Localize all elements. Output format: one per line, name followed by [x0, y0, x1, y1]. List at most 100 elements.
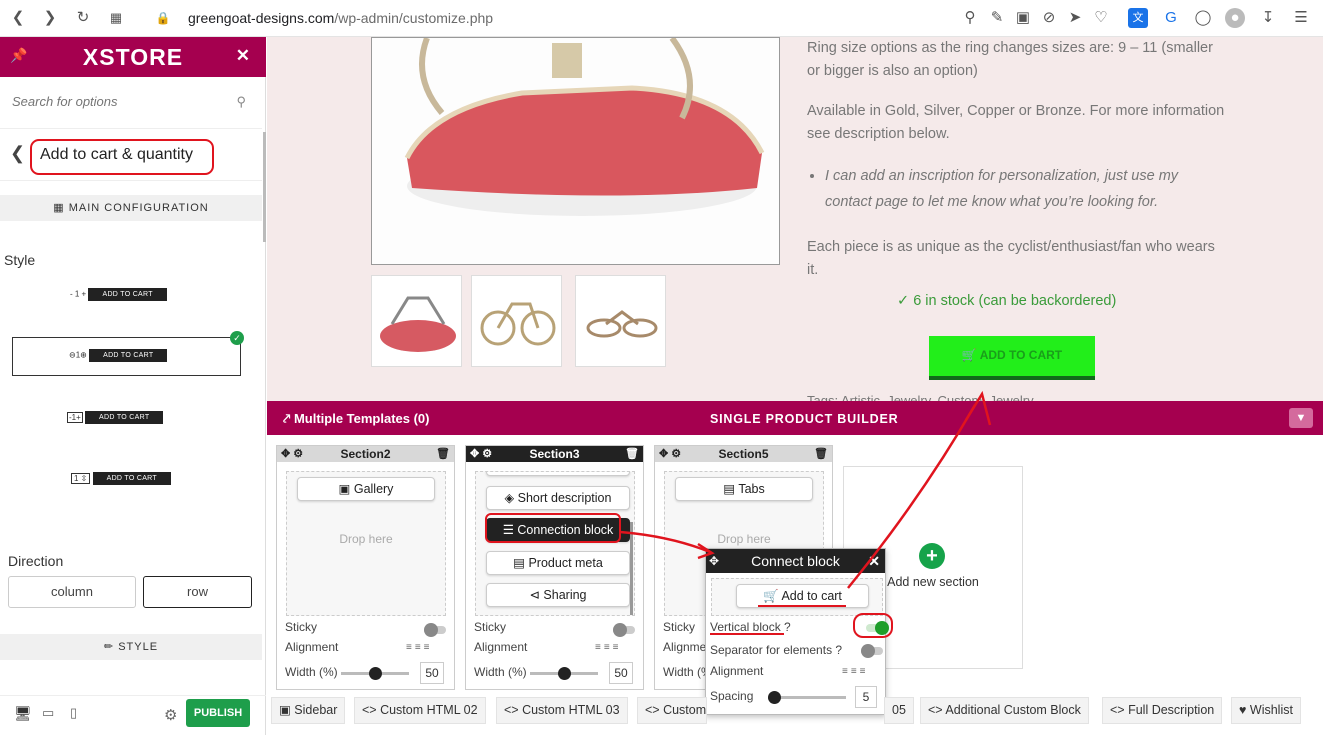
- style-section-label: STYLE: [118, 641, 159, 653]
- qty-preview: - 1 +: [70, 289, 87, 299]
- main-config-bar[interactable]: ▦ MAIN CONFIGURATION: [0, 195, 262, 221]
- desktop-icon[interactable]: 🖥: [14, 705, 32, 722]
- section-header[interactable]: ✥ ⚙ Section3 🗑: [466, 446, 643, 462]
- style-option-2[interactable]: ⊖1⊕ ADD TO CART ✓: [12, 331, 244, 376]
- collapse-toggle[interactable]: ▼: [1289, 408, 1313, 428]
- qty-preview: 1 ⇳: [71, 472, 91, 484]
- sticky-toggle[interactable]: [613, 623, 635, 637]
- heart-icon[interactable]: ♡: [1091, 8, 1111, 28]
- download-icon[interactable]: ↧: [1258, 8, 1278, 28]
- edit-icon[interactable]: ✎: [987, 8, 1007, 28]
- thumbnail-3[interactable]: [575, 275, 666, 367]
- section-header[interactable]: ✥ ⚙ Section2 🗑: [277, 446, 454, 462]
- google-translate-icon[interactable]: G: [1161, 8, 1181, 28]
- add-to-cart-label: ADD TO CART: [979, 348, 1063, 362]
- main-product-image[interactable]: [371, 37, 780, 265]
- alignment-label: Alignment: [285, 640, 339, 654]
- block-scrollbar[interactable]: [630, 522, 633, 615]
- tab-custom-html-02[interactable]: <> Custom HTML 02: [354, 697, 486, 724]
- back-icon[interactable]: ❮: [8, 8, 28, 28]
- sticky-label: Sticky: [474, 620, 507, 634]
- tab-custom-html-03[interactable]: <> Custom HTML 03: [496, 697, 628, 724]
- drop-zone[interactable]: ◈ Short description ☰ Connection block ▤…: [475, 471, 635, 616]
- tab-label: Custom HTML 02: [380, 703, 478, 717]
- share-icon: ⊲: [529, 588, 544, 602]
- alignment-icons[interactable]: ≡≡≡: [842, 666, 869, 677]
- width-input[interactable]: 50: [609, 662, 633, 684]
- alignment-icons[interactable]: ≡≡≡: [595, 642, 622, 653]
- gear-icon[interactable]: ⚙: [164, 706, 177, 724]
- width-slider[interactable]: [530, 667, 598, 680]
- add-to-cart-block[interactable]: 🛒 Add to cart: [736, 584, 869, 608]
- publish-button[interactable]: PUBLISH: [186, 699, 250, 727]
- section-header[interactable]: ✥ ⚙ Section5 🗑: [655, 446, 832, 462]
- multiple-templates[interactable]: ⤤ Multiple Templates (0): [283, 411, 430, 427]
- tab-full-description[interactable]: <> Full Description: [1102, 697, 1223, 724]
- options-search: ⚲: [0, 77, 262, 129]
- apps-icon[interactable]: ▦: [106, 8, 126, 28]
- add-to-cart-button[interactable]: 🛒 ADD TO CART: [929, 336, 1095, 380]
- plus-icon[interactable]: +: [919, 543, 945, 569]
- block-label: Sharing: [543, 588, 587, 602]
- mobile-icon[interactable]: ▯: [70, 705, 77, 721]
- tab-wishlist[interactable]: ♥ Wishlist: [1231, 697, 1301, 724]
- alignment-icons[interactable]: ≡≡≡: [406, 642, 433, 653]
- sharing-block[interactable]: ⊲ Sharing: [486, 583, 630, 607]
- zoom-icon[interactable]: ⚲: [960, 8, 980, 28]
- tab-custom-05[interactable]: 05: [884, 697, 914, 724]
- section-name: Section3: [529, 447, 580, 461]
- style-bar[interactable]: ✏ STYLE: [0, 634, 262, 660]
- style-option-3[interactable]: -1+ ADD TO CART: [67, 411, 164, 424]
- trash-icon[interactable]: 🗑: [436, 446, 450, 462]
- search-icon[interactable]: ⚲: [236, 94, 246, 110]
- address-bar[interactable]: greengoat-designs.com/wp-admin/customize…: [188, 10, 493, 26]
- move-icon[interactable]: ✥ ⚙: [659, 446, 681, 462]
- thumbnail-1[interactable]: [371, 275, 462, 367]
- trash-icon[interactable]: 🗑: [625, 446, 639, 462]
- direction-row-button[interactable]: row: [143, 576, 252, 608]
- width-slider[interactable]: [341, 667, 409, 680]
- block-icon[interactable]: ⊘: [1039, 8, 1059, 28]
- cart-icon: 🛒: [763, 589, 782, 603]
- tab-custom[interactable]: <> Custom: [637, 697, 707, 724]
- product-meta-block[interactable]: ▤ Product meta: [486, 551, 630, 575]
- popup-alignment-label: Alignment: [710, 664, 764, 678]
- lock-icon[interactable]: 🔒: [153, 8, 173, 28]
- search-input[interactable]: [12, 94, 212, 109]
- menu-icon[interactable]: ☰: [1291, 8, 1311, 28]
- spacing-input[interactable]: 5: [855, 686, 877, 708]
- camera-icon[interactable]: ▣: [1013, 8, 1033, 28]
- heart-icon: ♥: [1239, 703, 1250, 717]
- gallery-block[interactable]: ▣ Gallery: [297, 477, 435, 501]
- cube-icon[interactable]: ◯: [1193, 8, 1213, 28]
- avatar-icon[interactable]: ●: [1225, 8, 1245, 28]
- send-icon[interactable]: ➤: [1065, 8, 1085, 28]
- atc-preview: ADD TO CART: [92, 472, 171, 485]
- tabs-block[interactable]: ▤ Tabs: [675, 477, 813, 501]
- tab-additional-custom-block[interactable]: <> Additional Custom Block: [920, 697, 1089, 724]
- reload-icon[interactable]: ↻: [73, 8, 93, 28]
- close-icon[interactable]: ✕: [236, 46, 250, 66]
- width-input[interactable]: 50: [420, 662, 444, 684]
- tab-sidebar[interactable]: ▣ Sidebar: [271, 697, 346, 724]
- translate-icon[interactable]: 文: [1128, 8, 1148, 28]
- stock-status: ✓ 6 in stock (can be backordered): [897, 293, 1116, 309]
- move-icon[interactable]: ✥ ⚙: [281, 446, 303, 462]
- tablet-icon[interactable]: ▭: [42, 705, 54, 721]
- style-option-1[interactable]: - 1 + ADD TO CART: [70, 288, 167, 301]
- sidebar-scrollbar[interactable]: [263, 132, 266, 242]
- style-option-4[interactable]: 1 ⇳ ADD TO CART: [71, 472, 171, 485]
- sticky-toggle[interactable]: [424, 623, 446, 637]
- trash-icon[interactable]: 🗑: [814, 446, 828, 462]
- spacing-slider[interactable]: [768, 691, 846, 704]
- close-icon[interactable]: ✕: [868, 549, 880, 573]
- move-icon[interactable]: ✥ ⚙: [470, 446, 492, 462]
- back-arrow-icon[interactable]: ❮: [10, 143, 25, 164]
- move-icon[interactable]: ✥: [709, 549, 719, 573]
- forward-icon[interactable]: ❯: [40, 8, 60, 28]
- separator-toggle[interactable]: [861, 644, 883, 658]
- thumbnail-2[interactable]: [471, 275, 562, 367]
- short-description-block[interactable]: ◈ Short description: [486, 486, 630, 510]
- partial-block[interactable]: [486, 472, 630, 476]
- direction-column-button[interactable]: column: [8, 576, 136, 608]
